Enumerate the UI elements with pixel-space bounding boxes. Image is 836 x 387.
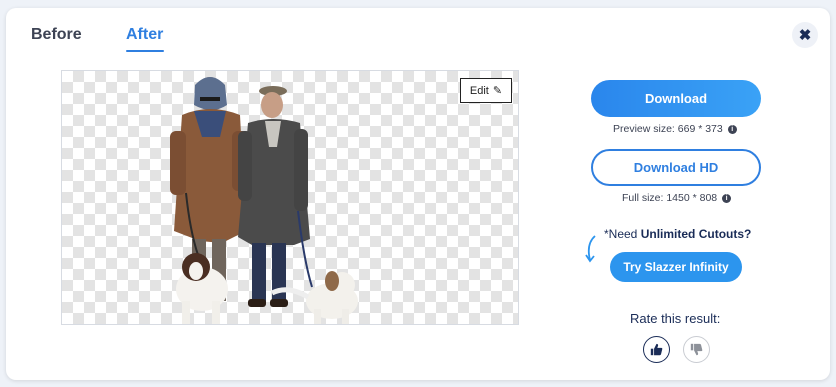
curved-arrow-icon bbox=[585, 235, 596, 263]
cutout-image bbox=[170, 77, 358, 324]
rate-label: Rate this result: bbox=[630, 311, 721, 326]
pencil-icon: ✎ bbox=[492, 85, 503, 97]
thumbs-up-button[interactable] bbox=[643, 336, 670, 363]
tab-before[interactable]: Before bbox=[31, 26, 82, 44]
promo-highlight: Unlimited Cutouts? bbox=[640, 227, 752, 241]
promo-prefix: *Need bbox=[604, 227, 641, 241]
cutout-preview: Edit ✎ bbox=[61, 70, 519, 325]
close-button[interactable]: ✖ bbox=[792, 22, 818, 48]
tab-after[interactable]: After bbox=[126, 26, 163, 44]
preview-size-text: Preview size: 669 * 373 bbox=[613, 123, 723, 135]
edit-label: Edit bbox=[469, 84, 489, 97]
full-size-text: Full size: 1450 * 808 bbox=[622, 192, 718, 204]
info-icon[interactable]: i bbox=[722, 193, 732, 203]
info-icon[interactable]: i bbox=[727, 124, 737, 134]
edit-button[interactable]: Edit ✎ bbox=[460, 78, 512, 103]
thumbs-down-button[interactable] bbox=[683, 336, 710, 363]
preview-size-note: Preview size: 669 * 373 i bbox=[613, 123, 737, 135]
try-infinity-button[interactable]: Try Slazzer Infinity bbox=[610, 252, 742, 282]
promo-text: *Need Unlimited Cutouts? bbox=[604, 227, 751, 241]
download-button[interactable]: Download bbox=[591, 80, 761, 117]
full-size-note: Full size: 1450 * 808 i bbox=[622, 192, 732, 204]
download-hd-button[interactable]: Download HD bbox=[591, 149, 761, 186]
active-tab-indicator bbox=[126, 50, 164, 52]
thumbs-up-icon bbox=[650, 343, 663, 356]
result-dialog: Before After ✖ Edit ✎ Download Preview s… bbox=[6, 8, 830, 380]
thumbs-down-icon bbox=[690, 343, 703, 356]
close-icon: ✖ bbox=[798, 27, 812, 44]
